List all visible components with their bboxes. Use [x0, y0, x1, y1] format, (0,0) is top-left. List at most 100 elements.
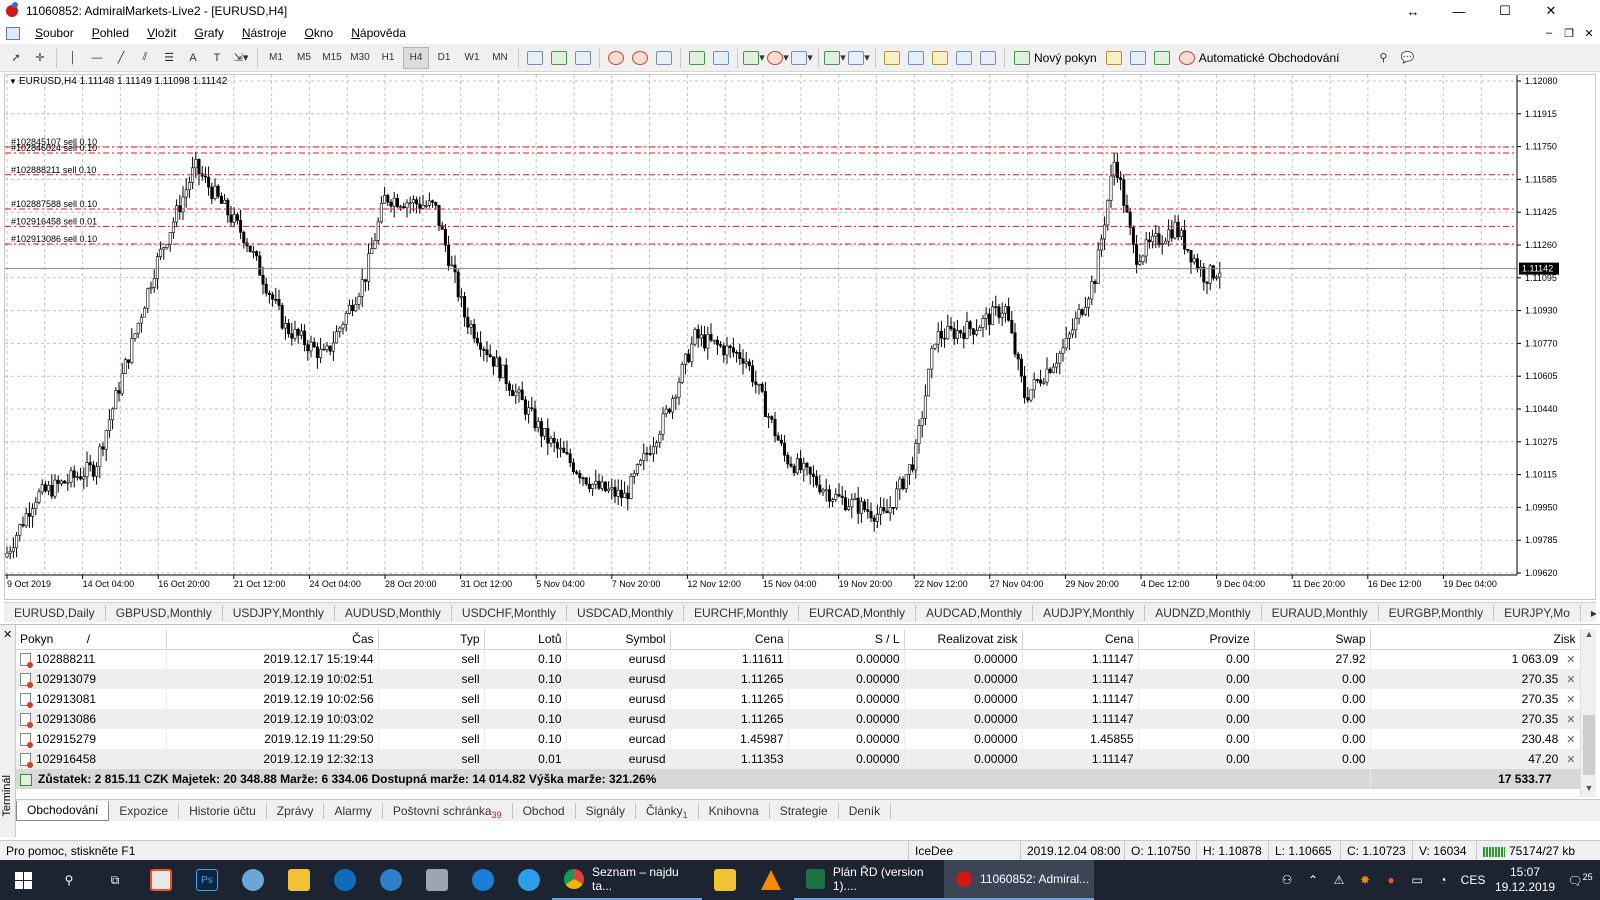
periods-icon[interactable]: ▾ [767, 47, 789, 69]
photoshop-icon[interactable]: Ps [184, 860, 230, 900]
chart-close-button[interactable]: ✕ [1578, 22, 1600, 44]
col-swap[interactable]: Swap [1254, 629, 1371, 650]
chart-tab-11[interactable]: EURAUD,Monthly [1262, 604, 1379, 621]
clock[interactable]: 15:07 19.12.2019 [1490, 865, 1560, 895]
taskbar-metatrader[interactable]: 11060852: Admiral... [944, 860, 1094, 900]
col-pokyn[interactable]: Pokyn / [16, 629, 167, 650]
cursor-icon[interactable]: ➚ [5, 47, 27, 69]
table-row[interactable]: 102913081 2019.12.19 10:02:56 sell 0.10 euru… [16, 689, 1581, 709]
chart-restore-button[interactable]: ❐ [1558, 22, 1580, 44]
market-watch-icon[interactable] [881, 47, 903, 69]
chart-tab-4[interactable]: USDCHF,Monthly [452, 604, 567, 621]
vps-icon[interactable] [1151, 47, 1173, 69]
candlestick-icon[interactable] [548, 47, 570, 69]
close-order-icon[interactable]: ✕ [1566, 694, 1575, 706]
timeframe-h1[interactable]: H1 [375, 47, 401, 69]
terminal-tab-7[interactable]: Signály [576, 802, 636, 819]
col-tp[interactable]: Realizovat zisk [904, 629, 1023, 650]
chart-tab-2[interactable]: USDJPY,Monthly [223, 604, 335, 621]
channel-icon[interactable]: ⫽ [134, 47, 156, 69]
tabs-scroll-right-icon[interactable]: ▸ [1581, 605, 1596, 621]
document-icon[interactable] [6, 26, 20, 40]
close-order-icon[interactable]: ✕ [1566, 654, 1575, 666]
price-chart[interactable]: #102845107 sell 0.10 #102846024 sell 0.10… [4, 74, 1596, 600]
chart-tab-12[interactable]: EURGBP,Monthly [1379, 604, 1495, 621]
terminal-tab-5[interactable]: Poštovní schránka39 [383, 802, 513, 820]
wifi-icon[interactable]: ◔ [1430, 873, 1456, 887]
terminal-tab-4[interactable]: Alarmy [324, 802, 383, 819]
chart-canvas[interactable]: #102845107 sell 0.10#102846024 sell 0.10… [5, 75, 1595, 599]
timeframe-d1[interactable]: D1 [431, 47, 457, 69]
close-order-icon[interactable]: ✕ [1566, 754, 1575, 766]
bar-chart-icon[interactable] [524, 47, 546, 69]
chart-tab-3[interactable]: AUDUSD,Monthly [335, 604, 452, 621]
mail-icon[interactable] [322, 860, 368, 900]
terminal-tab-2[interactable]: Historie účtu [179, 802, 267, 819]
notifications-icon[interactable]: 🗨25 [1560, 872, 1600, 888]
signals-icon[interactable] [1127, 47, 1149, 69]
chart-shift-icon[interactable] [710, 47, 732, 69]
indicators-icon[interactable]: ▾ [743, 47, 765, 69]
table-row[interactable]: 102916458 2019.12.19 12:32:13 sell 0.01 euru… [16, 749, 1581, 769]
maximize-button[interactable]: ☐ [1482, 0, 1528, 22]
sbs-app-icon[interactable] [368, 860, 414, 900]
table-row[interactable]: 102913086 2019.12.19 10:03:02 sell 0.10 euru… [16, 709, 1581, 729]
close-button[interactable]: ✕ [1528, 0, 1574, 22]
app-icon-blue[interactable] [230, 860, 276, 900]
templates-icon[interactable]: ▾ [791, 47, 813, 69]
col-sl[interactable]: S / L [788, 629, 905, 650]
terminal-tab-1[interactable]: Expozice [109, 802, 180, 819]
security-icon[interactable]: ● [1378, 873, 1404, 887]
line-chart-icon[interactable] [572, 47, 594, 69]
terminal-tab-10[interactable]: Strategie [770, 802, 839, 819]
chart-minimize-button[interactable]: – [1538, 22, 1560, 44]
folder-icon[interactable] [702, 860, 748, 900]
vlc-icon[interactable] [748, 860, 794, 900]
start-button[interactable] [0, 860, 46, 900]
close-order-icon[interactable]: ✕ [1566, 674, 1575, 686]
people-icon[interactable]: ⚇ [1274, 873, 1300, 887]
crosshair-icon[interactable]: ✛ [29, 47, 51, 69]
scroll-down-icon[interactable]: ▼ [1581, 783, 1597, 797]
minimize-button[interactable]: — [1436, 0, 1482, 22]
terminal-scrollbar[interactable]: ▲ ▼ [1580, 629, 1596, 797]
new-order-button[interactable]: Nový pokyn [1010, 47, 1101, 69]
chart-tab-10[interactable]: AUDNZD,Monthly [1145, 604, 1262, 621]
menu-napoveda[interactable]: Nápověda [342, 26, 415, 40]
scroll-up-icon[interactable]: ▲ [1581, 629, 1597, 643]
taskbar-excel[interactable]: Plán ŘD (version 1).... [794, 860, 944, 900]
terminal-tab-3[interactable]: Zprávy [267, 802, 325, 819]
profiles-icon[interactable]: ▾ [848, 47, 870, 69]
col-provize[interactable]: Provize [1138, 629, 1255, 650]
chart-tab-5[interactable]: USDCAD,Monthly [567, 604, 684, 621]
timeframe-mn[interactable]: MN [487, 47, 513, 69]
internet-explorer-icon[interactable] [506, 860, 552, 900]
horizontal-line-icon[interactable]: — [86, 47, 108, 69]
chart-tab-6[interactable]: EURCHF,Monthly [684, 604, 799, 621]
new-chart-icon[interactable]: ▾ [824, 47, 846, 69]
terminal-tab-9[interactable]: Knihovna [699, 802, 770, 819]
col-symbol[interactable]: Symbol [566, 629, 671, 650]
store-icon[interactable] [138, 860, 184, 900]
taskbar-chrome[interactable]: Seznam – najdu ta... [552, 860, 702, 900]
timeframe-m5[interactable]: M5 [291, 47, 317, 69]
timeframe-m15[interactable]: M15 [319, 47, 345, 69]
table-row[interactable]: 102888211 2019.12.17 15:19:44 sell 0.10 euru… [16, 649, 1581, 669]
search-taskbar-icon[interactable]: ⚲ [46, 860, 92, 900]
vertical-line-icon[interactable]: │ [62, 47, 84, 69]
timeframe-m30[interactable]: M30 [347, 47, 373, 69]
task-view-icon[interactable]: ⧉ [92, 860, 138, 900]
chart-tab-0[interactable]: EURUSD,Daily [4, 604, 106, 621]
menu-okno[interactable]: Okno [296, 26, 343, 40]
col-lotu[interactable]: Lotů [484, 629, 567, 650]
menu-vlozit[interactable]: Vložit [138, 26, 185, 40]
edge-icon[interactable] [460, 860, 506, 900]
table-row[interactable]: 102913079 2019.12.19 10:02:51 sell 0.10 euru… [16, 669, 1581, 689]
resize-icon[interactable]: ↔ [1390, 0, 1436, 22]
chart-tab-1[interactable]: GBPUSD,Monthly [106, 604, 223, 621]
terminal-tab-11[interactable]: Deník [839, 802, 892, 819]
menu-grafy[interactable]: Grafy [185, 26, 232, 40]
collapse-arrow-icon[interactable]: ▼ [9, 77, 17, 86]
timeframe-w1[interactable]: W1 [459, 47, 485, 69]
col-cena[interactable]: Cena [670, 629, 789, 650]
